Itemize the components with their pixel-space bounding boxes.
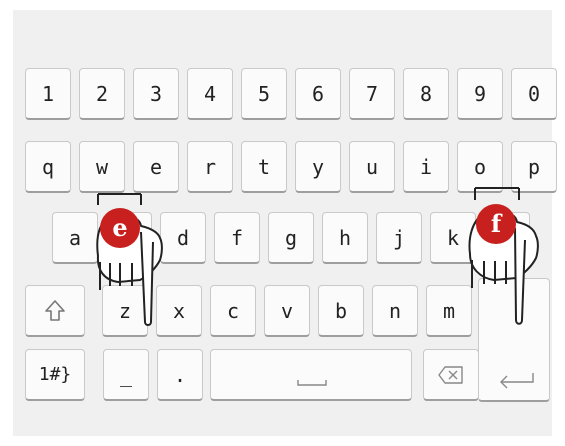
key-7[interactable]: 7 [349,68,395,120]
shift-key[interactable] [25,285,85,337]
key-l[interactable]: l [484,212,530,264]
key-u[interactable]: u [349,141,395,193]
key-r[interactable]: r [187,141,233,193]
key-d[interactable]: d [160,212,206,264]
key-9[interactable]: 9 [457,68,503,120]
key-4[interactable]: 4 [187,68,233,120]
space-icon [297,380,327,386]
key-s[interactable]: s [106,212,152,264]
key-n[interactable]: n [372,285,418,337]
backspace-key[interactable] [423,349,479,401]
key-g[interactable]: g [268,212,314,264]
key-z[interactable]: z [102,285,148,337]
key-0[interactable]: 0 [511,68,557,120]
key-e[interactable]: e [133,141,179,193]
key-a[interactable]: a [52,212,98,264]
key-y[interactable]: y [295,141,341,193]
key-i[interactable]: i [403,141,449,193]
key-b[interactable]: b [318,285,364,337]
key-w[interactable]: w [79,141,125,193]
enter-key[interactable] [478,278,550,402]
space-key[interactable] [210,349,412,401]
key-t[interactable]: t [241,141,287,193]
key-3[interactable]: 3 [133,68,179,120]
key-6[interactable]: 6 [295,68,341,120]
key-c[interactable]: c [210,285,256,337]
backspace-icon [438,365,463,384]
shift-icon [45,299,65,321]
key-v[interactable]: v [264,285,310,337]
key-o[interactable]: o [457,141,503,193]
key-f[interactable]: f [214,212,260,264]
key-1[interactable]: 1 [25,68,71,120]
symbols-key[interactable]: 1#} [25,349,85,401]
key-h[interactable]: h [322,212,368,264]
period-key[interactable]: . [157,349,203,401]
enter-icon [500,373,534,389]
underscore-key[interactable]: _ [103,349,149,401]
key-m[interactable]: m [426,285,472,337]
key-5[interactable]: 5 [241,68,287,120]
key-x[interactable]: x [156,285,202,337]
keyboard: 1234567890 qwertyuiop asdfghjkl zxcvbnm … [13,10,557,436]
key-k[interactable]: k [430,212,476,264]
key-j[interactable]: j [376,212,422,264]
key-2[interactable]: 2 [79,68,125,120]
key-8[interactable]: 8 [403,68,449,120]
key-p[interactable]: p [511,141,557,193]
key-q[interactable]: q [25,141,71,193]
